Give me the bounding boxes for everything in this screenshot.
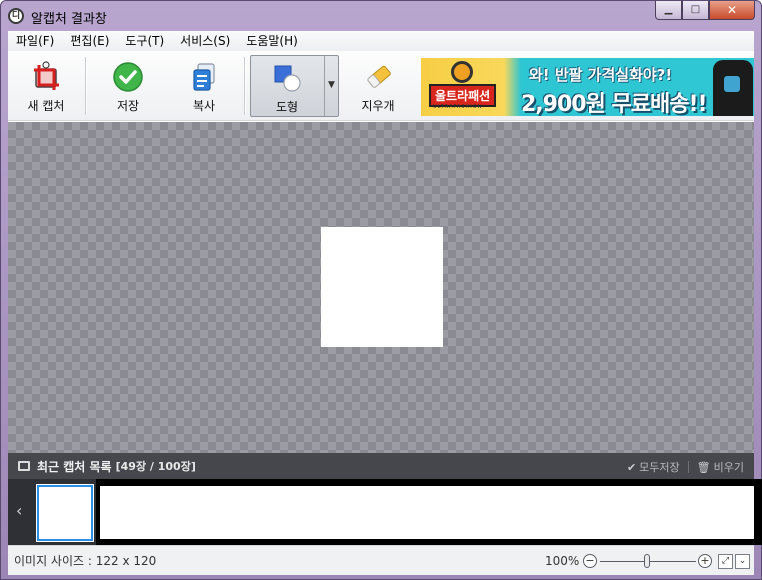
fit-to-window-icon[interactable]: ⤢ (718, 554, 733, 569)
ad-headline: 와! 반팔 가격실화야?! (529, 66, 673, 84)
menu-services[interactable]: 서비스(S) (172, 31, 238, 51)
app-icon: 디 (8, 8, 24, 24)
check-circle-icon (113, 62, 143, 92)
app-window: 디 알캡처 결과창 ▁ □ ✕ 파일(F) 편집(E) 도구(T) 서비스(S)… (0, 0, 762, 580)
ad-price: 2,900원 무료배송!! (521, 92, 708, 116)
zoom-in-button[interactable]: + (698, 554, 712, 568)
capture-canvas[interactable] (8, 122, 754, 453)
zoom-slider-handle[interactable] (644, 554, 650, 568)
zoom-out-button[interactable]: − (583, 554, 597, 568)
zoom-level: 100% (545, 554, 580, 568)
thumbnail-item[interactable] (100, 486, 754, 539)
save-all-label: 모두저장 (639, 461, 680, 474)
chevron-left-icon[interactable]: ‹ (16, 501, 22, 520)
copy-label: 복사 (192, 99, 216, 113)
toolbar-separator (244, 57, 245, 115)
save-button[interactable]: 저장 (98, 57, 158, 113)
title-bar[interactable]: 디 알캡처 결과창 ▁ □ ✕ (1, 1, 761, 31)
clear-label: 비우기 (713, 461, 744, 474)
eraser-button[interactable]: 지우개 (348, 57, 408, 113)
recent-captures-count: [49장 / 100장] (115, 460, 196, 473)
thumbnail-selected[interactable] (36, 484, 94, 542)
client-area: 파일(F) 편집(E) 도구(T) 서비스(S) 도움말(H) 새 캡처 저장 … (8, 31, 762, 575)
menu-file[interactable]: 파일(F) (8, 31, 62, 51)
save-label: 저장 (116, 99, 140, 113)
new-capture-button[interactable]: 새 캡처 (16, 57, 76, 113)
ad-wheel-icon (451, 61, 473, 83)
shape-dropdown-arrow-icon[interactable]: ▼ (328, 80, 335, 90)
clear-button[interactable]: 🗑 비우기 (697, 459, 744, 475)
new-capture-label: 새 캡처 (27, 99, 65, 113)
window-stack-icon (18, 461, 30, 471)
eraser-icon (367, 65, 391, 88)
action-separator (687, 461, 689, 473)
trash-icon: 🗑 (696, 460, 711, 474)
window-controls: ▁ □ ✕ (655, 1, 755, 20)
chevron-down-icon[interactable]: ⌄ (735, 554, 750, 569)
menu-bar: 파일(F) 편집(E) 도구(T) 서비스(S) 도움말(H) (8, 31, 754, 51)
shapes-icon (274, 65, 301, 92)
copy-document-icon (193, 63, 215, 91)
thumbnail-list[interactable] (96, 479, 762, 545)
shape-label: 도형 (275, 100, 299, 114)
recent-actions: ✔ 모두저장 🗑 비우기 (627, 459, 744, 475)
eraser-label: 지우개 (361, 99, 395, 113)
ad-tshirt-print (724, 76, 740, 92)
shape-tool-group: 도형 ▼ (250, 55, 339, 117)
shape-button[interactable]: 도형 (257, 58, 317, 114)
save-all-button[interactable]: ✔ 모두저장 (627, 459, 680, 475)
thumbnail-strip: ‹ (8, 479, 762, 545)
crop-capture-icon (34, 61, 59, 90)
toolbar: 새 캡처 저장 복사 도형 ▼ 지우개 울트라패션 ULTRAFASHION 와… (8, 51, 754, 121)
ad-banner[interactable]: 울트라패션 ULTRAFASHION 와! 반팔 가격실화야?! 2,900원 … (421, 58, 754, 116)
menu-tools[interactable]: 도구(T) (117, 31, 172, 51)
minimize-button[interactable]: ▁ (655, 1, 682, 20)
ad-brand-sub: ULTRAFASHION (433, 104, 483, 110)
checkmark-icon: ✔ (626, 460, 637, 474)
split-divider (324, 56, 325, 116)
captured-image[interactable] (321, 227, 443, 347)
close-button[interactable]: ✕ (709, 1, 755, 20)
status-bar: 이미지 사이즈 : 122 x 120 100% − + ⤢ ⌄ (8, 545, 754, 575)
recent-captures-header: 최근 캡처 목록 [49장 / 100장] ✔ 모두저장 🗑 비우기 (8, 453, 754, 479)
menu-edit[interactable]: 편집(E) (62, 31, 117, 51)
menu-help[interactable]: 도움말(H) (238, 31, 306, 51)
recent-captures-title: 최근 캡처 목록 (37, 459, 112, 474)
toolbar-separator (85, 57, 86, 115)
copy-button[interactable]: 복사 (174, 57, 234, 113)
image-size-text: 이미지 사이즈 : 122 x 120 (14, 554, 157, 568)
maximize-button[interactable]: □ (682, 1, 709, 20)
window-title: 알캡처 결과창 (31, 12, 107, 27)
